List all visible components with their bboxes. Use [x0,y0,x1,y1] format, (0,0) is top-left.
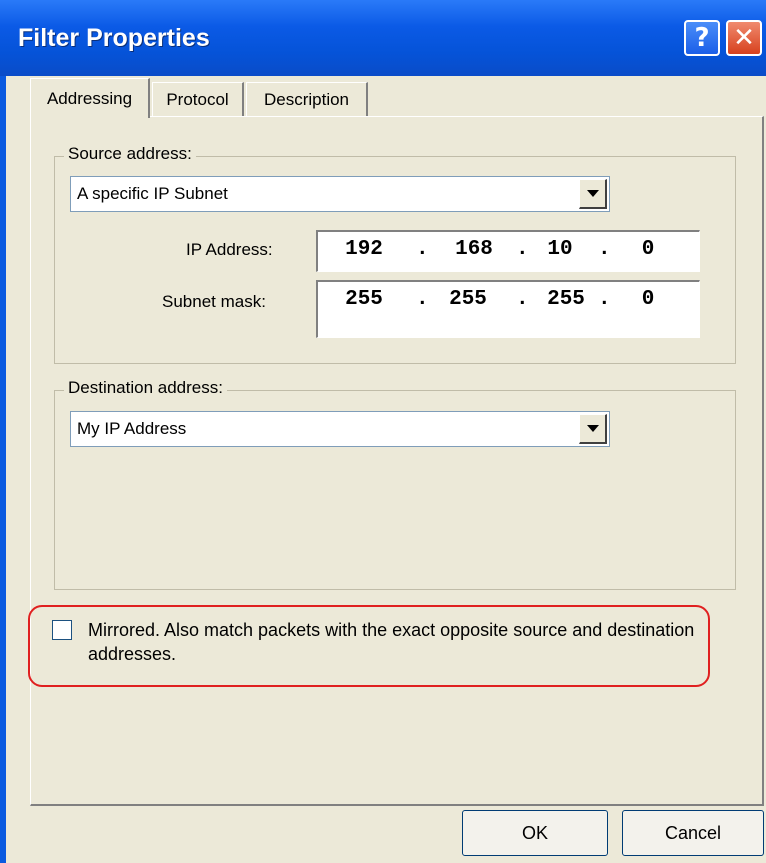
title-bar[interactable]: Filter Properties ? ✕ [0,0,766,76]
mask-octet-2[interactable]: 255 [442,288,494,311]
ok-label: OK [521,822,548,843]
cancel-label: Cancel [664,822,722,843]
tab-label: Protocol [166,89,229,109]
dropdown-button[interactable] [579,179,607,209]
source-address-value: A specific IP Subnet [77,184,228,203]
mirrored-label[interactable]: Mirrored. Also match packets with the ex… [88,618,698,666]
tab-description[interactable]: Description [246,82,368,116]
mask-octet-4[interactable]: 0 [622,288,674,311]
octet-separator: . [416,288,429,311]
window-title: Filter Properties [18,24,210,52]
cancel-button[interactable]: Cancel [622,810,764,856]
ip-address-label: IP Address: [186,240,273,259]
mask-octet-1[interactable]: 255 [338,288,390,311]
destination-address-value: My IP Address [77,419,187,438]
chevron-down-icon [586,190,599,197]
chevron-down-icon [586,425,599,432]
close-icon: ✕ [733,23,755,53]
tab-addressing[interactable]: Addressing [30,78,150,118]
octet-separator: . [598,288,611,311]
destination-address-dropdown[interactable]: My IP Address [70,411,610,447]
ip-octet-2[interactable]: 168 [448,238,500,261]
mask-octet-3[interactable]: 255 [540,288,592,311]
octet-separator: . [516,238,529,261]
dialog-window: Filter Properties ? ✕ Addressing Protoco… [0,0,766,863]
ip-octet-3[interactable]: 10 [534,238,586,261]
destination-address-legend: Destination address: [64,378,227,398]
tab-protocol[interactable]: Protocol [152,82,244,116]
subnet-mask-field[interactable]: 255 . 255 . 255 . 0 [316,280,700,338]
close-button[interactable]: ✕ [726,20,762,56]
tab-label: Addressing [46,88,133,108]
octet-separator: . [516,288,529,311]
ip-octet-4[interactable]: 0 [622,238,674,261]
ok-button[interactable]: OK [462,810,608,856]
dropdown-button[interactable] [579,414,607,444]
ip-octet-1[interactable]: 192 [338,238,390,261]
source-address-dropdown[interactable]: A specific IP Subnet [70,176,610,212]
octet-separator: . [416,238,429,261]
subnet-mask-label: Subnet mask: [162,292,266,311]
source-address-legend: Source address: [64,144,196,164]
octet-separator: . [598,238,611,261]
help-icon: ? [694,23,710,53]
ip-address-field[interactable]: 192 . 168 . 10 . 0 [316,230,700,272]
tab-label: Description [263,89,350,109]
mirrored-checkbox[interactable] [52,620,72,640]
help-button[interactable]: ? [684,20,720,56]
